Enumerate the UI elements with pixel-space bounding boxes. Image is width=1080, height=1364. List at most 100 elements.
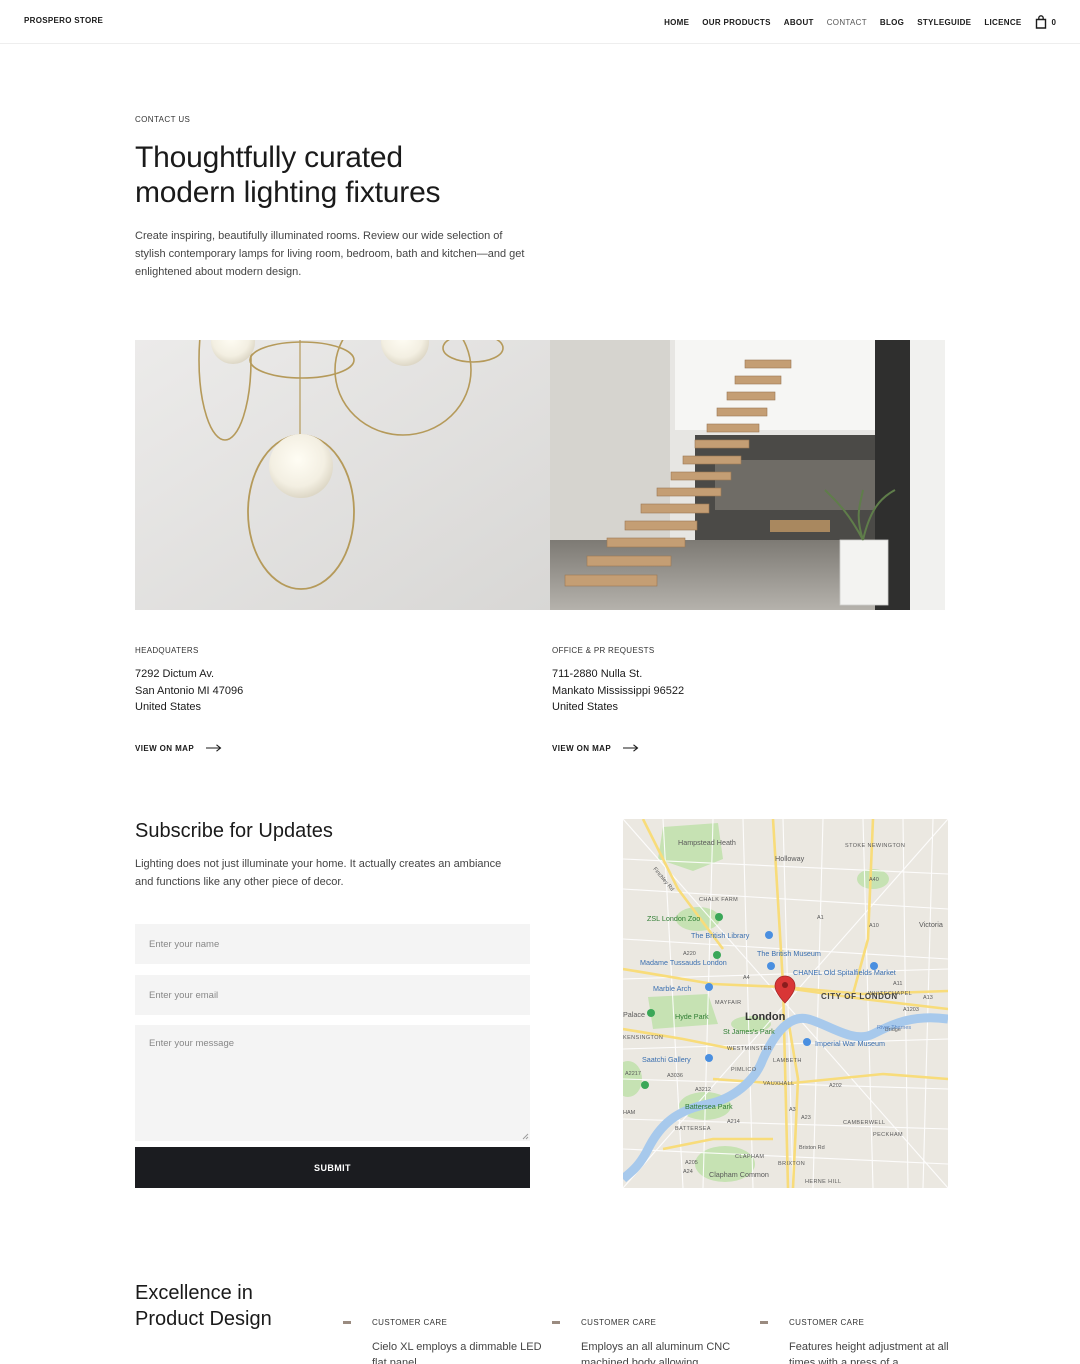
address-line: Mankato Mississippi 96522: [552, 684, 685, 697]
map-label: Marble Arch: [653, 984, 691, 993]
view-on-map-label: VIEW ON MAP: [552, 743, 612, 753]
map-label: A11: [893, 981, 902, 987]
feature-dash-icon: [760, 1321, 768, 1324]
email-input[interactable]: [135, 975, 530, 1015]
subscribe-title: Subscribe for Updates: [135, 820, 333, 842]
address-headquarters: HEADQUATERS 7292 Dictum Av. San Antonio …: [135, 646, 435, 753]
view-on-map-link[interactable]: VIEW ON MAP: [552, 744, 852, 753]
map-label: A205: [685, 1160, 698, 1166]
feature-dash-icon: [343, 1321, 351, 1324]
site-header: PROSPERO STORE HOME OUR PRODUCTS ABOUT C…: [0, 0, 1080, 44]
feature-text: Cielo XL employs a dimmable LED flat pan…: [372, 1341, 542, 1364]
map-label: The British Museum: [757, 949, 821, 958]
map-label: CLAPHAM: [735, 1154, 764, 1160]
submit-button[interactable]: SUBMIT: [135, 1147, 530, 1188]
page-title: Thoughtfully curated modern lighting fix…: [135, 140, 515, 210]
feature-label: CUSTOMER CARE: [372, 1318, 448, 1327]
map-label: Hyde Park: [675, 1012, 709, 1021]
hero-images: [135, 340, 945, 610]
map-label: Saatchi Gallery: [642, 1055, 691, 1064]
address-line: United States: [135, 701, 202, 713]
map-label: St James's Park: [723, 1027, 775, 1036]
map-label: A220: [683, 951, 696, 957]
map-label: Clapham Common: [709, 1170, 769, 1179]
map-label: Holloway: [775, 854, 805, 863]
address-line: San Antonio MI 47096: [135, 684, 244, 697]
map-label: A2217: [625, 1071, 641, 1077]
excellence-title-line-1: Excellence in: [135, 1282, 253, 1304]
excellence-title: Excellence in Product Design: [135, 1280, 335, 1332]
map-label: A23: [801, 1115, 811, 1121]
address-office: OFFICE & PR REQUESTS 711-2880 Nulla St. …: [552, 646, 852, 753]
map-label: PIMLICO: [731, 1067, 757, 1073]
map-label: A3: [789, 1107, 796, 1113]
view-on-map-link[interactable]: VIEW ON MAP: [135, 744, 435, 753]
nav-home[interactable]: HOME: [664, 18, 689, 27]
map-label: The British Library: [691, 931, 750, 940]
nav-our-products[interactable]: OUR PRODUCTS: [702, 18, 771, 27]
message-textarea[interactable]: [135, 1025, 530, 1141]
map-label: WHITECHAPEL: [868, 991, 912, 997]
map-label: BATTERSEA: [675, 1126, 711, 1132]
map-label: Palace: [623, 1010, 645, 1019]
map-label: MAYFAIR: [715, 1000, 742, 1006]
nav-blog[interactable]: BLOG: [880, 18, 904, 27]
map-label: HERNE HILL: [805, 1179, 841, 1185]
feature-text: Features height adjustment at all times …: [789, 1341, 949, 1364]
nav-about[interactable]: ABOUT: [784, 18, 814, 27]
map-label: A40: [869, 877, 879, 883]
map-label: A3036: [667, 1073, 683, 1079]
map-label: Imperial War Museum: [815, 1039, 885, 1048]
main-nav: HOME OUR PRODUCTS ABOUT CONTACT BLOG STY…: [664, 15, 1056, 29]
map-label: A3212: [695, 1087, 711, 1093]
brand-logo[interactable]: PROSPERO STORE: [24, 16, 103, 25]
map-label: LAMBETH: [773, 1058, 802, 1064]
nav-styleguide[interactable]: STYLEGUIDE: [917, 18, 971, 27]
map-label: CHANEL Old Spitalfields Market: [793, 968, 896, 977]
address-line: 7292 Dictum Av.: [135, 668, 215, 680]
subscribe-description: Lighting does not just illuminate your h…: [135, 858, 502, 888]
feature-card: CUSTOMER CARE Employs an all aluminum CN…: [552, 1318, 756, 1364]
map-label: A214: [727, 1119, 740, 1125]
feature-label: CUSTOMER CARE: [789, 1318, 865, 1327]
feature-card: CUSTOMER CARE Features height adjustment…: [760, 1318, 964, 1364]
map-label: CAMBERWELL: [843, 1120, 885, 1126]
staircase-interior-image: [550, 340, 945, 610]
address-line: United States: [552, 701, 619, 713]
excellence-title-line-2: Product Design: [135, 1308, 272, 1330]
map-label: Brixton Rd: [799, 1145, 825, 1151]
arrow-right-icon: [206, 744, 222, 752]
map-label: ZSL London Zoo: [647, 914, 700, 923]
map-label: PECKHAM: [873, 1132, 903, 1138]
resize-grip-icon[interactable]: [521, 1132, 529, 1140]
feature-dash-icon: [552, 1321, 560, 1324]
map-label: KENSINGTON: [623, 1035, 663, 1041]
feature-text: Employs an all aluminum CNC machined bod…: [581, 1341, 731, 1364]
map-label: A1: [817, 915, 824, 921]
arrow-right-icon: [623, 744, 639, 752]
map-label: CHALK FARM: [699, 897, 738, 903]
pendant-lights-image: [135, 340, 550, 610]
nav-licence[interactable]: LICENCE: [984, 18, 1021, 27]
map-label: BRIXTON: [778, 1161, 805, 1167]
address-label: OFFICE & PR REQUESTS: [552, 646, 655, 655]
map-label: River Thames: [877, 1025, 911, 1031]
map-label: Madame Tussauds London: [640, 958, 727, 967]
address-label: HEADQUATERS: [135, 646, 199, 655]
cart-button[interactable]: 0: [1035, 15, 1056, 29]
map-label: Hampstead Heath: [678, 838, 736, 847]
map-label: A202: [829, 1083, 842, 1089]
map-label: A10: [869, 923, 879, 929]
map-label: A4: [743, 975, 750, 981]
map-label: WESTMINSTER: [727, 1046, 772, 1052]
page-eyebrow: CONTACT US: [135, 115, 191, 124]
london-map[interactable]: Hampstead Heath Holloway STOKE NEWINGTON…: [623, 819, 948, 1188]
page-lead: Create inspiring, beautifully illuminate…: [135, 230, 525, 278]
cart-count: 0: [1051, 17, 1056, 27]
map-label: STOKE NEWINGTON: [845, 843, 905, 849]
feature-card: CUSTOMER CARE Cielo XL employs a dimmabl…: [343, 1318, 547, 1364]
page-title-line-1: Thoughtfully curated: [135, 141, 403, 174]
feature-label: CUSTOMER CARE: [581, 1318, 657, 1327]
name-input[interactable]: [135, 924, 530, 964]
nav-contact[interactable]: CONTACT: [827, 18, 867, 27]
